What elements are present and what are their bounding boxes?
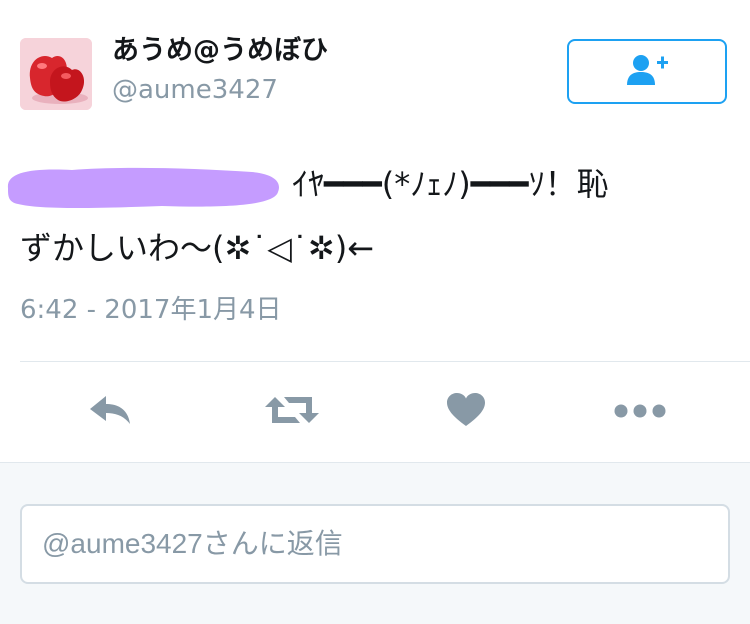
redaction-mark bbox=[2, 162, 282, 210]
avatar[interactable] bbox=[20, 38, 92, 110]
tweet-line-1: ｲﾔ━━━(*ﾉｪﾉ)━━━ｿ！恥 bbox=[7, 152, 730, 216]
tweet-text: ｲﾔ━━━(*ﾉｪﾉ)━━━ｿ！恥 ずかしいわ〜(✲˙◁˙✲)← bbox=[7, 152, 730, 280]
retweet-button[interactable] bbox=[264, 388, 320, 436]
add-user-icon bbox=[625, 53, 669, 91]
user-handle[interactable]: @aume3427 bbox=[112, 73, 278, 107]
like-icon bbox=[446, 392, 486, 432]
display-name[interactable]: あうめ@うめぼひ bbox=[112, 34, 328, 68]
reply-input[interactable] bbox=[20, 504, 730, 584]
retweet-icon bbox=[265, 393, 319, 431]
tweet-line-1-text: ｲﾔ━━━(*ﾉｪﾉ)━━━ｿ！恥 bbox=[292, 165, 609, 203]
tweet-line-2: ずかしいわ〜(✲˙◁˙✲)← bbox=[20, 229, 375, 267]
more-button[interactable] bbox=[612, 388, 668, 436]
like-button[interactable] bbox=[442, 388, 490, 436]
reply-button[interactable] bbox=[86, 388, 134, 436]
divider bbox=[20, 361, 750, 362]
reply-icon bbox=[88, 393, 132, 431]
reply-area bbox=[0, 462, 750, 624]
tweet-timestamp[interactable]: 6:42 - 2017年1月4日 bbox=[20, 293, 282, 327]
more-icon bbox=[614, 403, 666, 422]
follow-button[interactable] bbox=[567, 39, 727, 104]
